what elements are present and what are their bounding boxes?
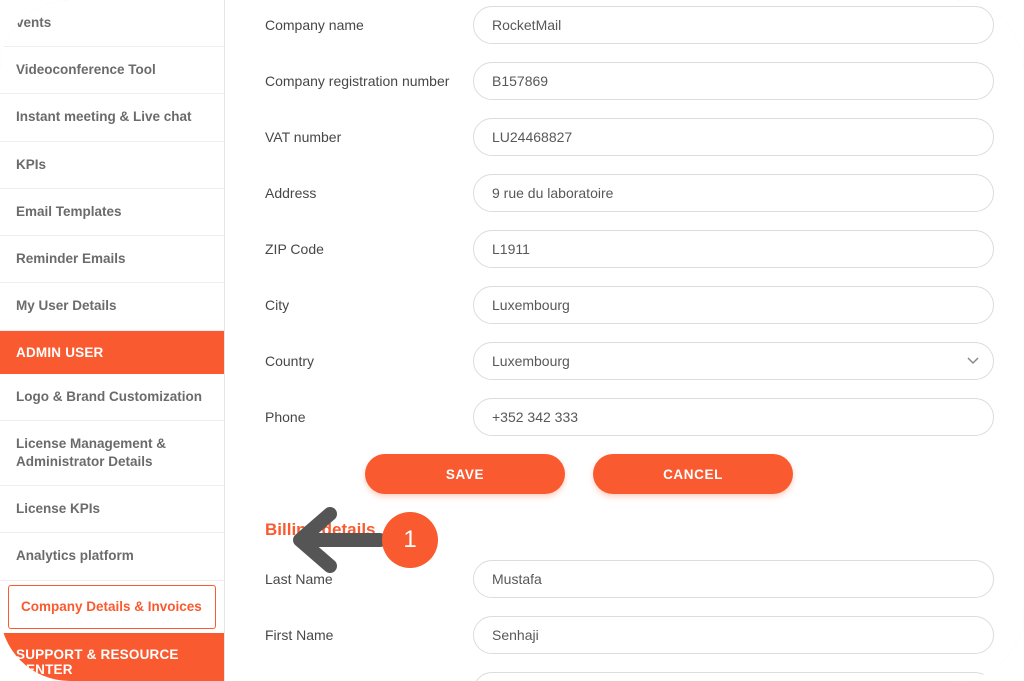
billing-title: Billing details: [265, 520, 994, 540]
sidebar-item-analytics[interactable]: Analytics platform: [0, 533, 224, 580]
row-country: Country Luxembourg: [265, 342, 994, 380]
label-zip: ZIP Code: [265, 241, 473, 257]
row-billing-first-name: First Name: [265, 616, 994, 654]
sidebar-header-admin-user: ADMIN USER: [0, 331, 224, 374]
label-billing-last-name: Last Name: [265, 571, 473, 587]
sidebar-item-instant-meeting[interactable]: Instant meeting & Live chat: [0, 94, 224, 141]
row-billing-address: Address: [265, 672, 994, 681]
save-button[interactable]: SAVE: [365, 454, 565, 494]
input-billing-last-name[interactable]: [473, 560, 994, 598]
sidebar-item-email-templates[interactable]: Email Templates: [0, 189, 224, 236]
label-company-name: Company name: [265, 17, 473, 33]
row-phone: Phone: [265, 398, 994, 436]
sidebar-item-my-user-details[interactable]: My User Details: [0, 283, 224, 330]
sidebar-item-reminder-emails[interactable]: Reminder Emails: [0, 236, 224, 283]
cancel-button[interactable]: CANCEL: [593, 454, 793, 494]
sidebar-header-support: SUPPORT & RESOURCE CENTER: [0, 633, 224, 681]
sidebar-item-license-mgmt[interactable]: License Management & Administrator Detai…: [0, 421, 224, 486]
sidebar-item-kpis[interactable]: KPIs: [0, 142, 224, 189]
input-company-name[interactable]: [473, 6, 994, 44]
label-phone: Phone: [265, 409, 473, 425]
input-city[interactable]: [473, 286, 994, 324]
input-address[interactable]: [473, 174, 994, 212]
select-country[interactable]: Luxembourg: [473, 342, 994, 380]
app-frame: vents Videoconference Tool Instant meeti…: [0, 0, 1024, 681]
layout: vents Videoconference Tool Instant meeti…: [0, 0, 1024, 681]
input-phone[interactable]: [473, 398, 994, 436]
sidebar-item-logo-brand[interactable]: Logo & Brand Customization: [0, 374, 224, 421]
button-row: SAVE CANCEL: [365, 454, 994, 494]
input-vat[interactable]: [473, 118, 994, 156]
sidebar-item-company-details[interactable]: Company Details & Invoices: [8, 585, 216, 629]
label-vat: VAT number: [265, 129, 473, 145]
row-billing-last-name: Last Name: [265, 560, 994, 598]
label-country: Country: [265, 353, 473, 369]
input-reg-number[interactable]: [473, 62, 994, 100]
sidebar-item-license-kpis[interactable]: License KPIs: [0, 486, 224, 533]
sidebar: vents Videoconference Tool Instant meeti…: [0, 0, 225, 681]
main-content: Company name Company registration number…: [225, 0, 1024, 681]
row-zip: ZIP Code: [265, 230, 994, 268]
label-city: City: [265, 297, 473, 313]
label-reg-number: Company registration number: [265, 73, 473, 89]
label-address: Address: [265, 185, 473, 201]
row-vat: VAT number: [265, 118, 994, 156]
input-billing-first-name[interactable]: [473, 616, 994, 654]
input-billing-address[interactable]: [473, 672, 994, 681]
sidebar-item-events[interactable]: vents: [0, 0, 224, 47]
sidebar-item-videoconference[interactable]: Videoconference Tool: [0, 47, 224, 94]
row-address: Address: [265, 174, 994, 212]
row-reg-number: Company registration number: [265, 62, 994, 100]
row-company-name: Company name: [265, 6, 994, 44]
row-city: City: [265, 286, 994, 324]
label-billing-first-name: First Name: [265, 627, 473, 643]
input-zip[interactable]: [473, 230, 994, 268]
